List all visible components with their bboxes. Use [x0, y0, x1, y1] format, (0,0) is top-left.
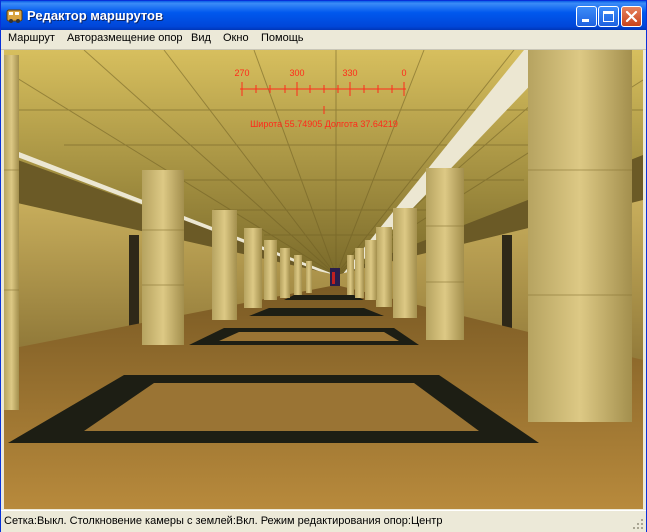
floor-pattern-2-inner: [219, 332, 399, 341]
left-wall-door: [129, 235, 139, 335]
menu-bar: Маршрут Авторазмещение опор Вид Окно Пом…: [1, 30, 646, 50]
close-icon: [625, 10, 638, 23]
status-text: Сетка:Выкл. Столкновение камеры с землей…: [4, 515, 443, 527]
pillar-right-1: [528, 50, 632, 422]
resize-grip-icon[interactable]: [632, 518, 644, 530]
window-title: Редактор маршрутов: [27, 8, 163, 23]
floor-pattern-3: [249, 308, 384, 316]
pillar-left-3: [212, 210, 237, 320]
pillar-left-5: [264, 240, 277, 300]
metro-station-scene: 270 300 330 0 Широта 55.74905 Долгота 37…: [4, 50, 643, 509]
menu-item-route[interactable]: Маршрут: [8, 32, 55, 44]
close-button[interactable]: [621, 6, 642, 27]
pillar-left-2: [142, 170, 184, 345]
pillar-right-4: [376, 227, 392, 307]
minimize-button[interactable]: [576, 6, 597, 27]
pillar-left-8: [306, 261, 312, 293]
distant-object-red: [332, 272, 335, 284]
compass-label-270: 270: [234, 68, 249, 78]
menu-item-help[interactable]: Помощь: [261, 32, 304, 44]
maximize-icon: [603, 11, 614, 22]
pillar-right-3: [393, 208, 417, 318]
menu-item-window[interactable]: Окно: [223, 32, 249, 44]
status-bar: Сетка:Выкл. Столкновение камеры с землей…: [1, 510, 646, 532]
pillar-right-6: [355, 248, 364, 298]
pillar-right-5: [365, 240, 377, 300]
pillar-left-4: [244, 228, 262, 308]
right-wall-door: [502, 235, 512, 335]
route-editor-app-icon: [6, 9, 23, 23]
title-bar[interactable]: Редактор маршрутов: [1, 1, 646, 30]
maximize-button[interactable]: [598, 6, 619, 27]
pillar-right-2: [426, 168, 464, 340]
compass-label-330: 330: [342, 68, 357, 78]
menu-item-view[interactable]: Вид: [191, 32, 211, 44]
menu-item-auto-placement[interactable]: Авторазмещение опор: [67, 32, 183, 44]
compass-label-300: 300: [289, 68, 304, 78]
3d-viewport[interactable]: 270 300 330 0 Широта 55.74905 Долгота 37…: [4, 50, 643, 509]
hud-coordinates: Широта 55.74905 Долгота 37.64219: [250, 119, 398, 129]
floor-pattern-4: [284, 295, 364, 300]
pillar-left-7: [294, 255, 302, 295]
pillar-left-6: [280, 248, 290, 298]
pillar-left-1: [4, 55, 19, 410]
app-window: Редактор маршрутов Маршрут Авторазмещени…: [0, 0, 647, 532]
pillar-right-7: [347, 255, 354, 295]
minimize-icon: [582, 19, 589, 22]
compass-label-0: 0: [401, 68, 406, 78]
